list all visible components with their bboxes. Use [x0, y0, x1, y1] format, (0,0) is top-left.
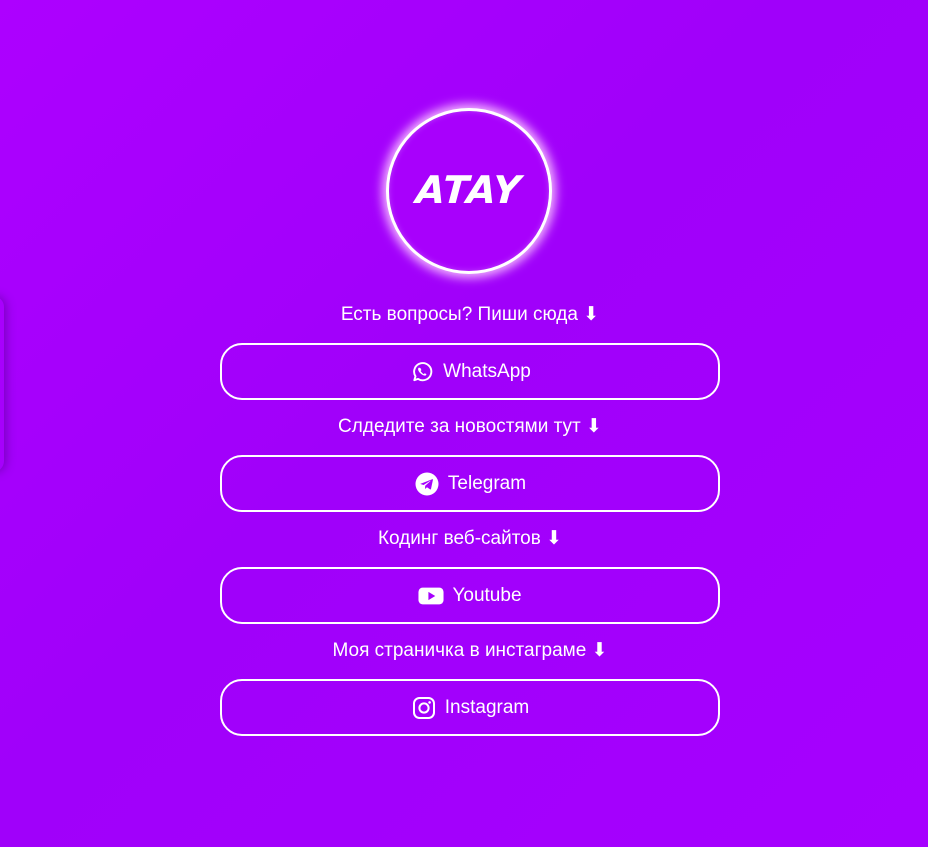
youtube-icon	[418, 583, 445, 609]
logo-avatar: ATAY	[386, 108, 552, 274]
telegram-label: Telegram	[447, 472, 527, 494]
instagram-button[interactable]: Instagram	[220, 679, 720, 736]
whatsapp-icon	[409, 359, 435, 385]
telegram-button[interactable]: Telegram	[220, 455, 720, 512]
youtube-caption: Кодинг веб-сайтов ⬇	[377, 528, 563, 549]
side-panel-edge	[0, 296, 4, 472]
instagram-caption: Моя страничка в инстаграме ⬇	[332, 640, 608, 661]
whatsapp-button[interactable]: WhatsApp	[220, 343, 720, 400]
telegram-caption: Слдедите за новостями тут ⬇	[338, 416, 602, 437]
whatsapp-caption: Есть вопросы? Пиши сюда ⬇	[340, 304, 600, 325]
youtube-button[interactable]: Youtube	[220, 567, 720, 624]
link-page: ATAY Есть вопросы? Пиши сюда ⬇ WhatsApp …	[0, 0, 928, 847]
instagram-label: Instagram	[444, 696, 530, 718]
instagram-icon	[411, 695, 437, 721]
youtube-label: Youtube	[452, 584, 522, 606]
whatsapp-label: WhatsApp	[443, 360, 531, 382]
logo-text: ATAY	[414, 168, 524, 212]
telegram-icon	[414, 471, 440, 497]
